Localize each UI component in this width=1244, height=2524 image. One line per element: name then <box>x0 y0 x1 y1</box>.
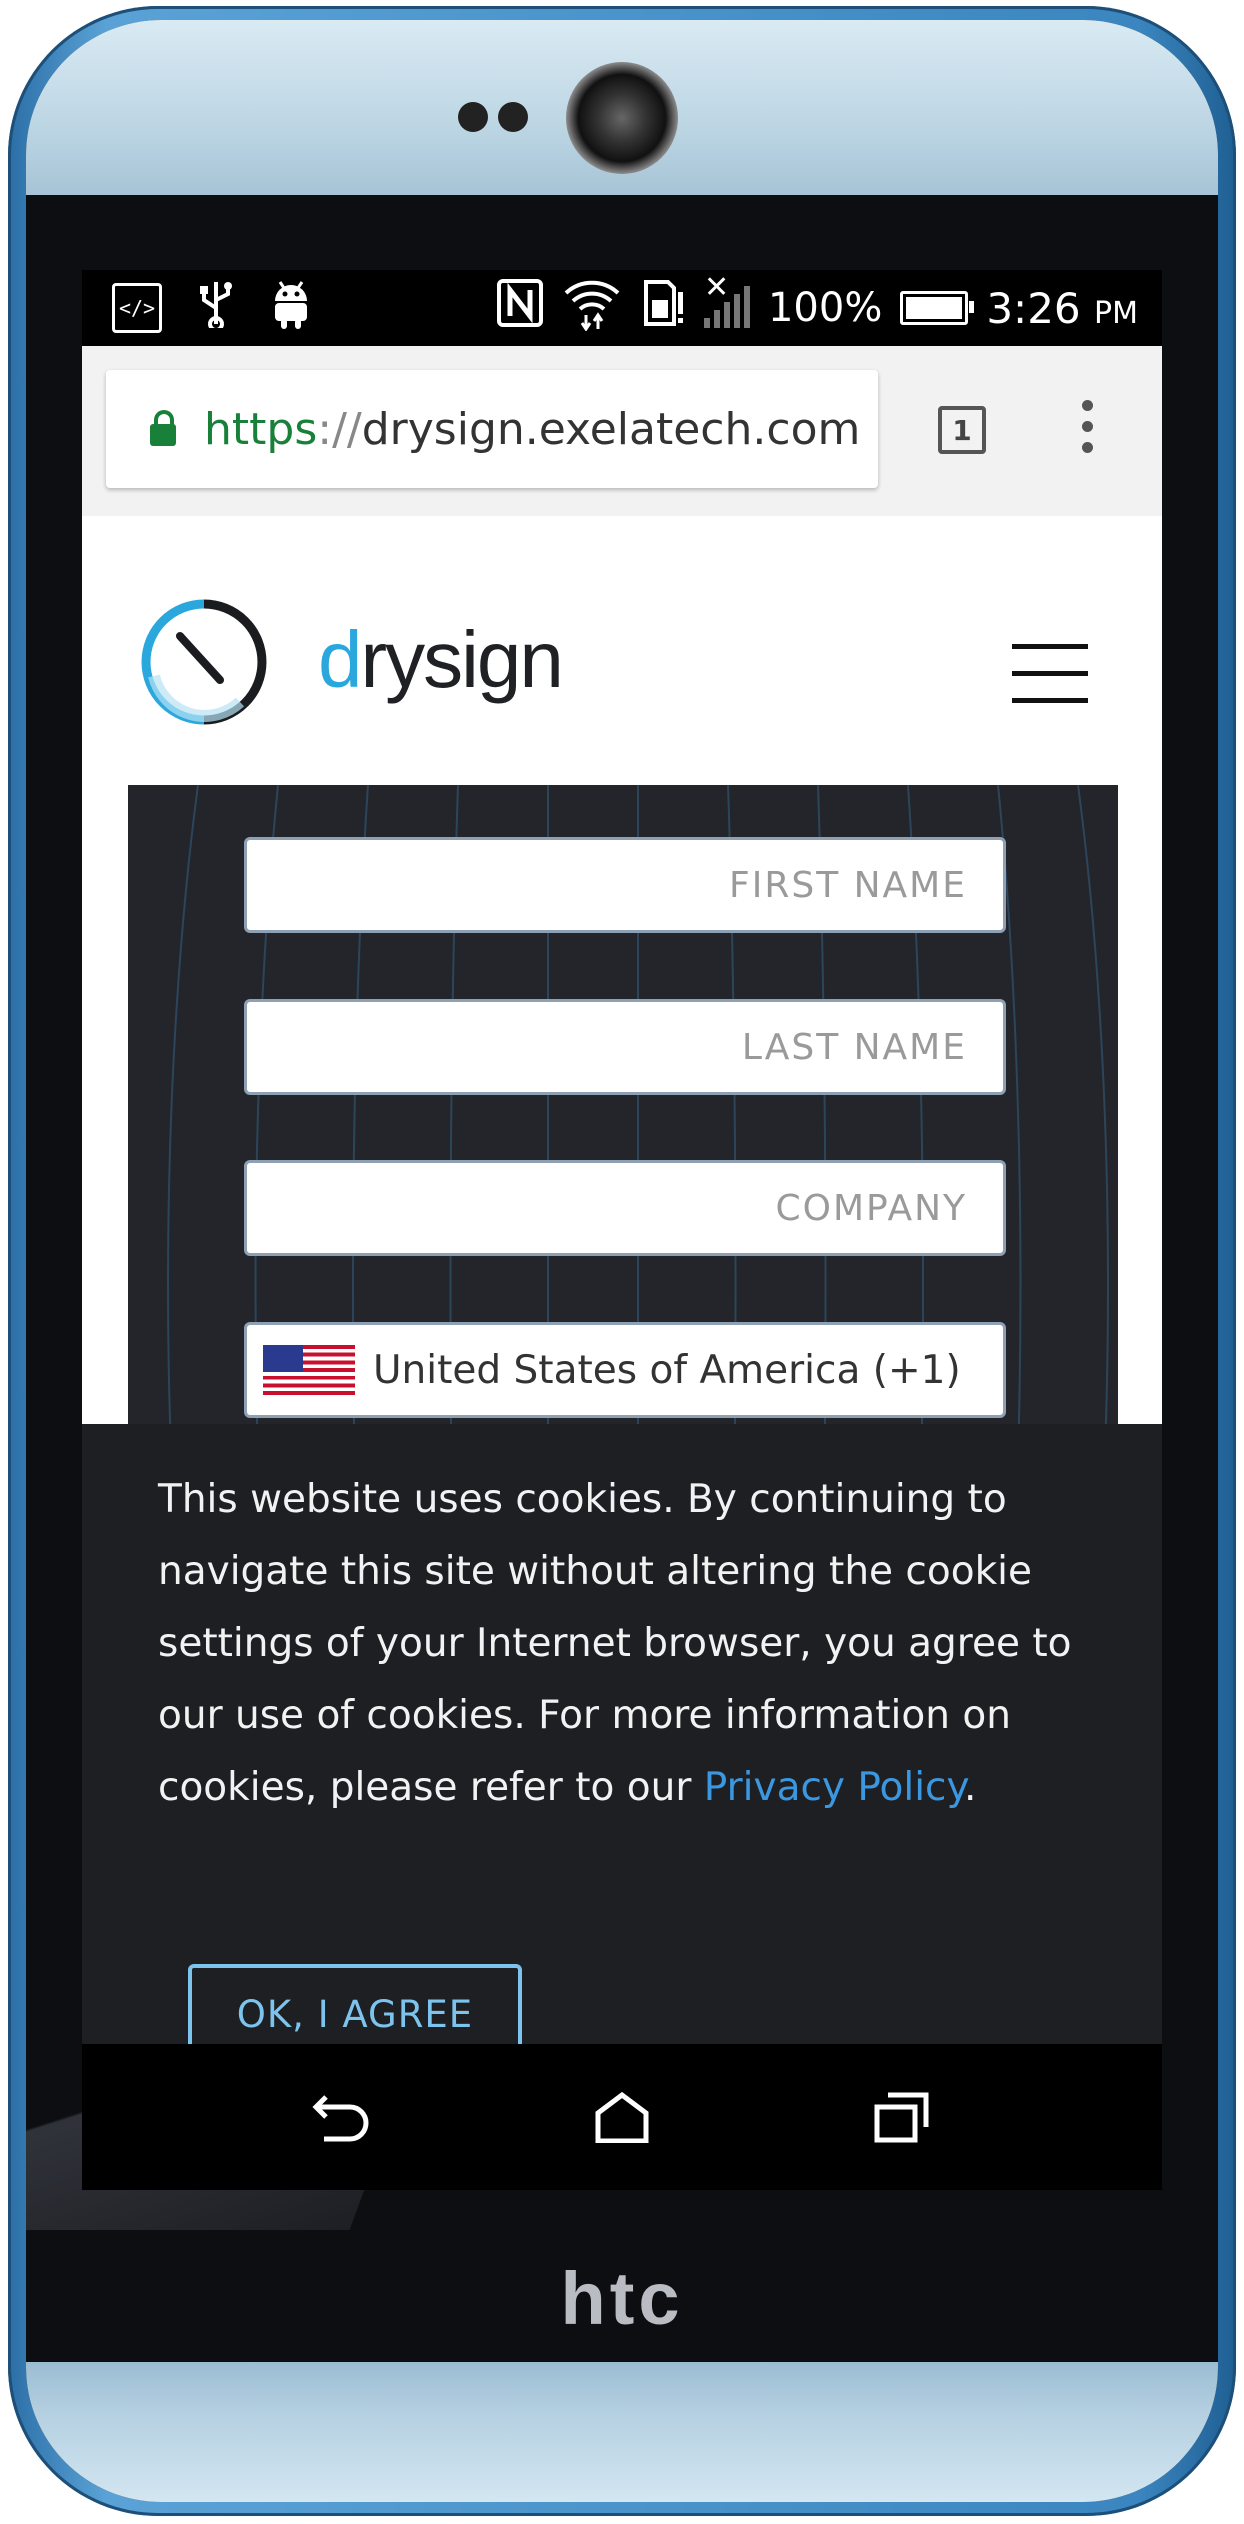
status-left: </> <box>112 270 312 346</box>
battery-icon <box>900 291 975 325</box>
clock: 3:26 PM <box>986 284 1138 333</box>
site-header: drysign <box>82 516 1162 790</box>
drysign-logo-icon[interactable] <box>140 598 268 726</box>
battery-percent: 100% <box>767 285 883 331</box>
wifi-icon <box>562 275 622 341</box>
code-icon: </> <box>112 283 162 333</box>
recent-apps-icon[interactable] <box>842 2044 962 2190</box>
url-scheme: https <box>204 403 318 455</box>
sd-card-icon <box>640 278 686 338</box>
status-bar: </> ✕ 100% 3:26 PM <box>82 270 1162 346</box>
drysign-wordmark[interactable]: drysign <box>318 614 564 706</box>
browser-toolbar: https://drysign.exelatech.com 1 <box>82 346 1162 518</box>
company-input[interactable] <box>244 1160 1006 1256</box>
status-right: ✕ 100% 3:26 PM <box>496 270 1138 346</box>
front-camera <box>566 62 678 174</box>
url-bar[interactable]: https://drysign.exelatech.com <box>106 370 878 488</box>
clock-time: 3:26 <box>986 283 1081 333</box>
url-host: drysign.exelatech.com <box>361 403 861 455</box>
cookie-message: This website uses cookies. By continuing… <box>158 1464 1118 1824</box>
first-name-input[interactable] <box>244 837 1006 933</box>
logo-letters: rysign <box>360 615 564 704</box>
brand-logo: htc <box>560 2257 684 2340</box>
country-code-select[interactable]: United States of America (+1) <box>244 1322 1006 1418</box>
last-name-input[interactable] <box>244 999 1006 1095</box>
lock-icon <box>150 410 176 446</box>
hamburger-menu-icon[interactable] <box>1012 644 1088 708</box>
phone-bottom-cap <box>26 2362 1218 2502</box>
back-icon[interactable] <box>282 2044 402 2190</box>
cookie-message-period: . <box>964 1765 977 1810</box>
nfc-icon <box>496 278 544 338</box>
android-nav-bar <box>82 2044 1162 2190</box>
speaker-dot <box>498 102 528 132</box>
privacy-policy-link[interactable]: Privacy Policy <box>704 1765 964 1810</box>
phone-top-cap <box>26 20 1218 195</box>
home-icon[interactable] <box>562 2044 682 2190</box>
screen: </> ✕ 100% 3:26 PM https:// drysign.exe… <box>82 270 1162 2190</box>
speaker-dot <box>458 102 488 132</box>
usb-icon <box>196 280 236 337</box>
overflow-menu-icon[interactable] <box>1082 400 1094 460</box>
tab-switcher-button[interactable]: 1 <box>938 406 986 454</box>
us-flag-icon <box>263 1345 355 1395</box>
no-signal-icon: ✕ <box>703 270 750 328</box>
country-code-value: United States of America (+1) <box>373 1347 961 1393</box>
clock-ampm: PM <box>1094 295 1138 331</box>
cookie-banner: This website uses cookies. By continuing… <box>82 1424 1162 2064</box>
android-icon <box>270 279 312 338</box>
cookie-message-text: This website uses cookies. By continuing… <box>158 1477 1072 1810</box>
url-separator: :// <box>317 403 362 455</box>
logo-letter-d: d <box>318 615 362 704</box>
